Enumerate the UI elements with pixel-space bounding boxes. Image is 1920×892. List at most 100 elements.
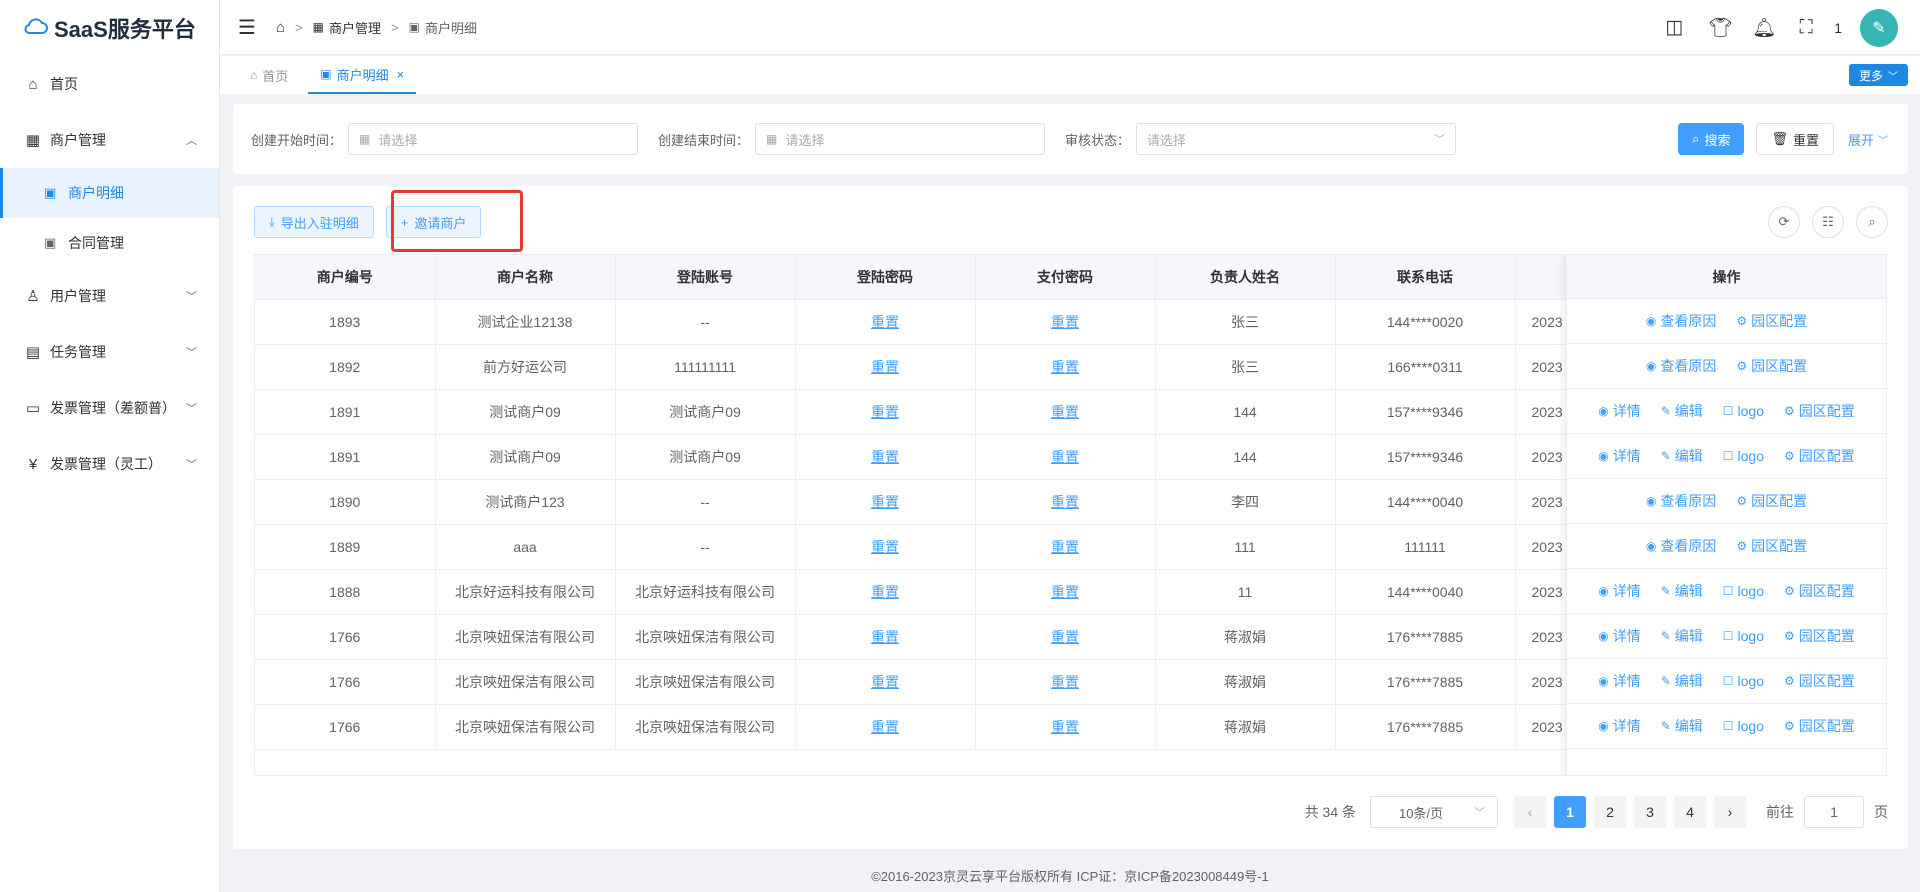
expand-button[interactable]: 展开 ﹀: [1848, 130, 1888, 149]
prev-page-button[interactable]: ‹: [1514, 796, 1546, 828]
reset-link[interactable]: 重置: [795, 479, 976, 525]
op-link[interactable]: ⚙ 园区配置: [1784, 716, 1855, 736]
reset-link[interactable]: 重置: [795, 659, 976, 705]
reset-link[interactable]: 重置: [975, 434, 1156, 480]
op-link[interactable]: ☐ logo: [1723, 403, 1764, 419]
reset-link[interactable]: 重置: [975, 299, 1156, 345]
sidebar-item-merchant-management[interactable]: ▦ 商户管理 ︿: [0, 112, 219, 168]
reset-link[interactable]: 重置: [975, 344, 1156, 390]
table-cell: 北京唊妞保洁有限公司: [435, 614, 616, 660]
sidebar-item-task-management[interactable]: ▤ 任务管理 ﹀: [0, 324, 219, 380]
reset-link[interactable]: 重置: [975, 659, 1156, 705]
sidebar-item-user-management[interactable]: ♙ 用户管理 ﹀: [0, 268, 219, 324]
op-link[interactable]: ✎ 编辑: [1661, 716, 1703, 736]
col-header[interactable]: 登陆密码: [795, 255, 976, 300]
col-header[interactable]: 联系电话: [1335, 255, 1516, 300]
start-time-picker[interactable]: ▦ 请选择: [348, 123, 639, 155]
home-icon[interactable]: ⌂: [276, 19, 285, 36]
op-link[interactable]: ⚙ 园区配置: [1784, 401, 1855, 421]
op-link[interactable]: ⚙ 园区配置: [1784, 581, 1855, 601]
op-link[interactable]: ☐ logo: [1723, 448, 1764, 464]
op-link[interactable]: ◉ 详情: [1598, 626, 1640, 646]
op-link[interactable]: ✎ 编辑: [1661, 581, 1703, 601]
bell-icon[interactable]: 🔔︎: [1752, 16, 1776, 40]
op-link[interactable]: ☐ logo: [1723, 718, 1764, 734]
op-link[interactable]: ☐ logo: [1723, 583, 1764, 599]
more-tabs-button[interactable]: 更多 ﹀: [1848, 64, 1908, 86]
page-1-button[interactable]: 1: [1554, 796, 1586, 828]
sidebar-item-home[interactable]: ⌂ 首页: [0, 56, 219, 112]
end-time-picker[interactable]: ▦ 请选择: [755, 123, 1046, 155]
reset-link[interactable]: 重置: [975, 389, 1156, 435]
op-link[interactable]: ⚙ 园区配置: [1736, 356, 1807, 376]
op-link[interactable]: ✎ 编辑: [1661, 446, 1703, 466]
op-link[interactable]: ☐ logo: [1723, 673, 1764, 689]
reset-link[interactable]: 重置: [795, 524, 976, 570]
op-link[interactable]: ◉ 详情: [1598, 581, 1640, 601]
sidebar-item-invoice-diff[interactable]: ▭ 发票管理（差额普） ﹀: [0, 380, 219, 436]
export-button[interactable]: ⤓ 导出入驻明细: [254, 206, 374, 238]
layout-icon[interactable]: ◫: [1664, 16, 1684, 39]
audit-status-select[interactable]: 请选择 ﹀: [1136, 123, 1457, 155]
reset-link[interactable]: 重置: [795, 614, 976, 660]
close-icon[interactable]: ×: [397, 67, 405, 82]
tab-home[interactable]: ⌂ 首页: [238, 56, 300, 94]
op-link[interactable]: ◉ 详情: [1598, 446, 1640, 466]
op-link[interactable]: ✎ 编辑: [1661, 671, 1703, 691]
reset-link[interactable]: 重置: [795, 704, 976, 750]
breadcrumb-merchant-management[interactable]: ▦ 商户管理: [313, 18, 381, 37]
refresh-icon[interactable]: ⟳: [1768, 206, 1800, 238]
op-link[interactable]: ⚙ 园区配置: [1736, 311, 1807, 331]
op-link[interactable]: ◉ 查看原因: [1646, 356, 1716, 376]
col-header[interactable]: 登陆账号: [615, 255, 796, 300]
reset-link[interactable]: 重置: [795, 299, 976, 345]
app-logo[interactable]: SaaS服务平台: [0, 0, 219, 56]
page-3-button[interactable]: 3: [1634, 796, 1666, 828]
page-size-select[interactable]: 10条/页 ﹀: [1370, 796, 1498, 828]
op-link[interactable]: ⚙ 园区配置: [1736, 536, 1807, 556]
op-link[interactable]: ⚙ 园区配置: [1784, 671, 1855, 691]
col-header[interactable]: 商户编号: [255, 255, 436, 300]
avatar[interactable]: ✎: [1860, 8, 1898, 47]
op-link[interactable]: ◉ 查看原因: [1646, 491, 1716, 511]
col-header[interactable]: 支付密码: [975, 255, 1156, 300]
reset-link[interactable]: 重置: [975, 614, 1156, 660]
op-link[interactable]: ◉ 查看原因: [1646, 536, 1716, 556]
op-link[interactable]: ⚙ 园区配置: [1784, 446, 1855, 466]
fullscreen-icon[interactable]: ⛶: [1796, 17, 1816, 39]
sidebar-item-merchant-detail[interactable]: ▣ 商户明细: [0, 168, 219, 218]
reset-link[interactable]: 重置: [795, 344, 976, 390]
reset-link[interactable]: 重置: [795, 389, 976, 435]
col-header[interactable]: 商户名称: [435, 255, 616, 300]
op-link[interactable]: ⚙ 园区配置: [1736, 491, 1807, 511]
reset-link[interactable]: 重置: [975, 479, 1156, 525]
tab-merchant-detail[interactable]: ▣ 商户明细 ×: [308, 56, 417, 94]
col-header[interactable]: 负责人姓名: [1155, 255, 1336, 300]
sidebar-item-invoice-flex[interactable]: ¥ 发票管理（灵工） ﹀: [0, 436, 219, 492]
chevron-down-icon: ﹀: [1878, 135, 1888, 147]
search-button[interactable]: ⌕ 搜索: [1678, 123, 1745, 155]
reset-link[interactable]: 重置: [975, 569, 1156, 615]
page-2-button[interactable]: 2: [1594, 796, 1626, 828]
op-link[interactable]: ◉ 详情: [1598, 716, 1640, 736]
reset-link[interactable]: 重置: [795, 434, 976, 480]
op-link[interactable]: ✎ 编辑: [1661, 626, 1703, 646]
menu-toggle-icon[interactable]: ☰: [238, 15, 262, 40]
shirt-icon[interactable]: 👕︎: [1708, 16, 1732, 40]
reset-button[interactable]: 🗑︎ 重置: [1756, 123, 1834, 155]
reset-link[interactable]: 重置: [795, 569, 976, 615]
op-link[interactable]: ☐ logo: [1723, 628, 1764, 644]
reset-link[interactable]: 重置: [975, 704, 1156, 750]
op-link[interactable]: ◉ 详情: [1598, 401, 1640, 421]
reset-link[interactable]: 重置: [975, 524, 1156, 570]
op-link[interactable]: ✎ 编辑: [1661, 401, 1703, 421]
sidebar-item-contract-management[interactable]: ▣ 合同管理: [0, 218, 219, 268]
next-page-button[interactable]: ›: [1714, 796, 1746, 828]
page-4-button[interactable]: 4: [1674, 796, 1706, 828]
op-link[interactable]: ⚙ 园区配置: [1784, 626, 1855, 646]
op-link[interactable]: ◉ 查看原因: [1646, 311, 1716, 331]
search-icon[interactable]: ⌕: [1856, 206, 1888, 238]
column-settings-icon[interactable]: ☷: [1812, 206, 1844, 238]
op-link[interactable]: ◉ 详情: [1598, 671, 1640, 691]
goto-page-input[interactable]: 1: [1804, 796, 1864, 828]
